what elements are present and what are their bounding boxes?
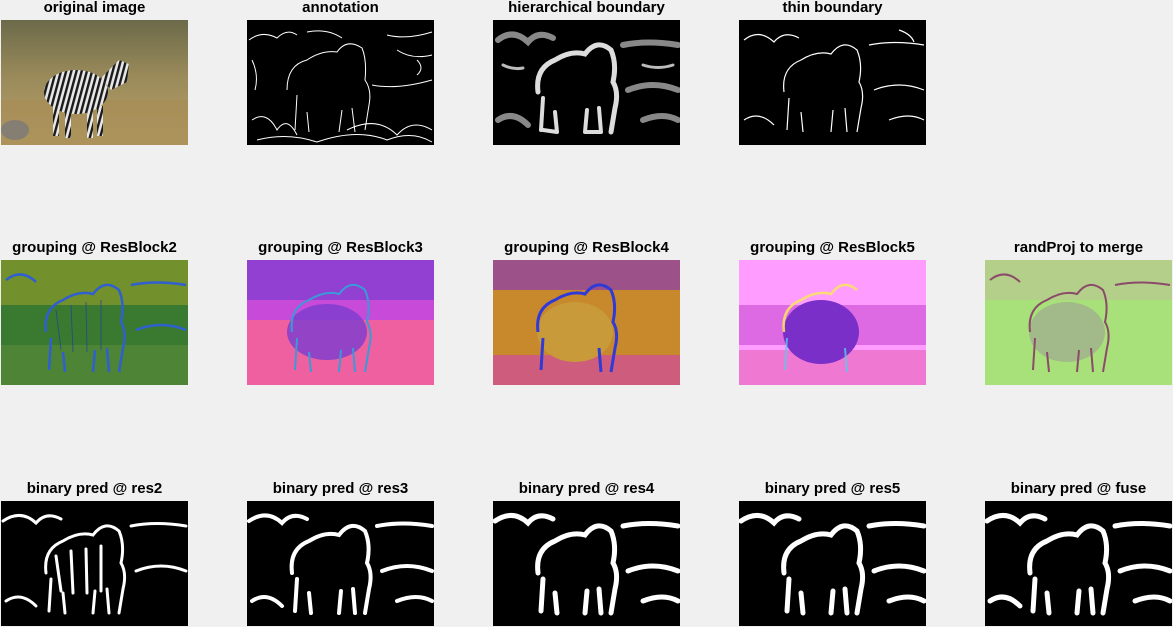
binary-fuse-image (985, 501, 1172, 626)
grouping-resblock2-image (1, 260, 188, 385)
binary-res2-image (1, 501, 188, 626)
grouping-resblock3-image (247, 260, 434, 385)
panel-title: grouping @ ResBlock5 (750, 239, 915, 256)
panel-title: binary pred @ res4 (518, 480, 655, 497)
panel-title: grouping @ ResBlock3 (258, 239, 423, 256)
panel-title: thin boundary (782, 0, 883, 16)
panel-title: binary pred @ fuse (1010, 480, 1147, 497)
panel-title: binary pred @ res3 (272, 480, 409, 497)
panel-title: randProj to merge (1013, 239, 1144, 256)
panel-title: binary pred @ res2 (26, 480, 163, 497)
panel-title: annotation (302, 0, 379, 16)
binary-res3-image (247, 501, 434, 626)
panel-title: grouping @ ResBlock4 (504, 239, 669, 256)
panel-title: original image (43, 0, 146, 16)
panel-title: binary pred @ res5 (764, 480, 901, 497)
binary-res5-image (739, 501, 926, 626)
binary-res4-image (493, 501, 680, 626)
hierarchical-boundary-image (493, 20, 680, 145)
panel-title: grouping @ ResBlock2 (12, 239, 177, 256)
grouping-resblock5-image (739, 260, 926, 385)
thin-boundary-image (739, 20, 926, 145)
original-image (1, 20, 188, 145)
panel-title: hierarchical boundary (508, 0, 665, 16)
randproj-merge-image (985, 260, 1172, 385)
annotation-image (247, 20, 434, 145)
grouping-resblock4-image (493, 260, 680, 385)
